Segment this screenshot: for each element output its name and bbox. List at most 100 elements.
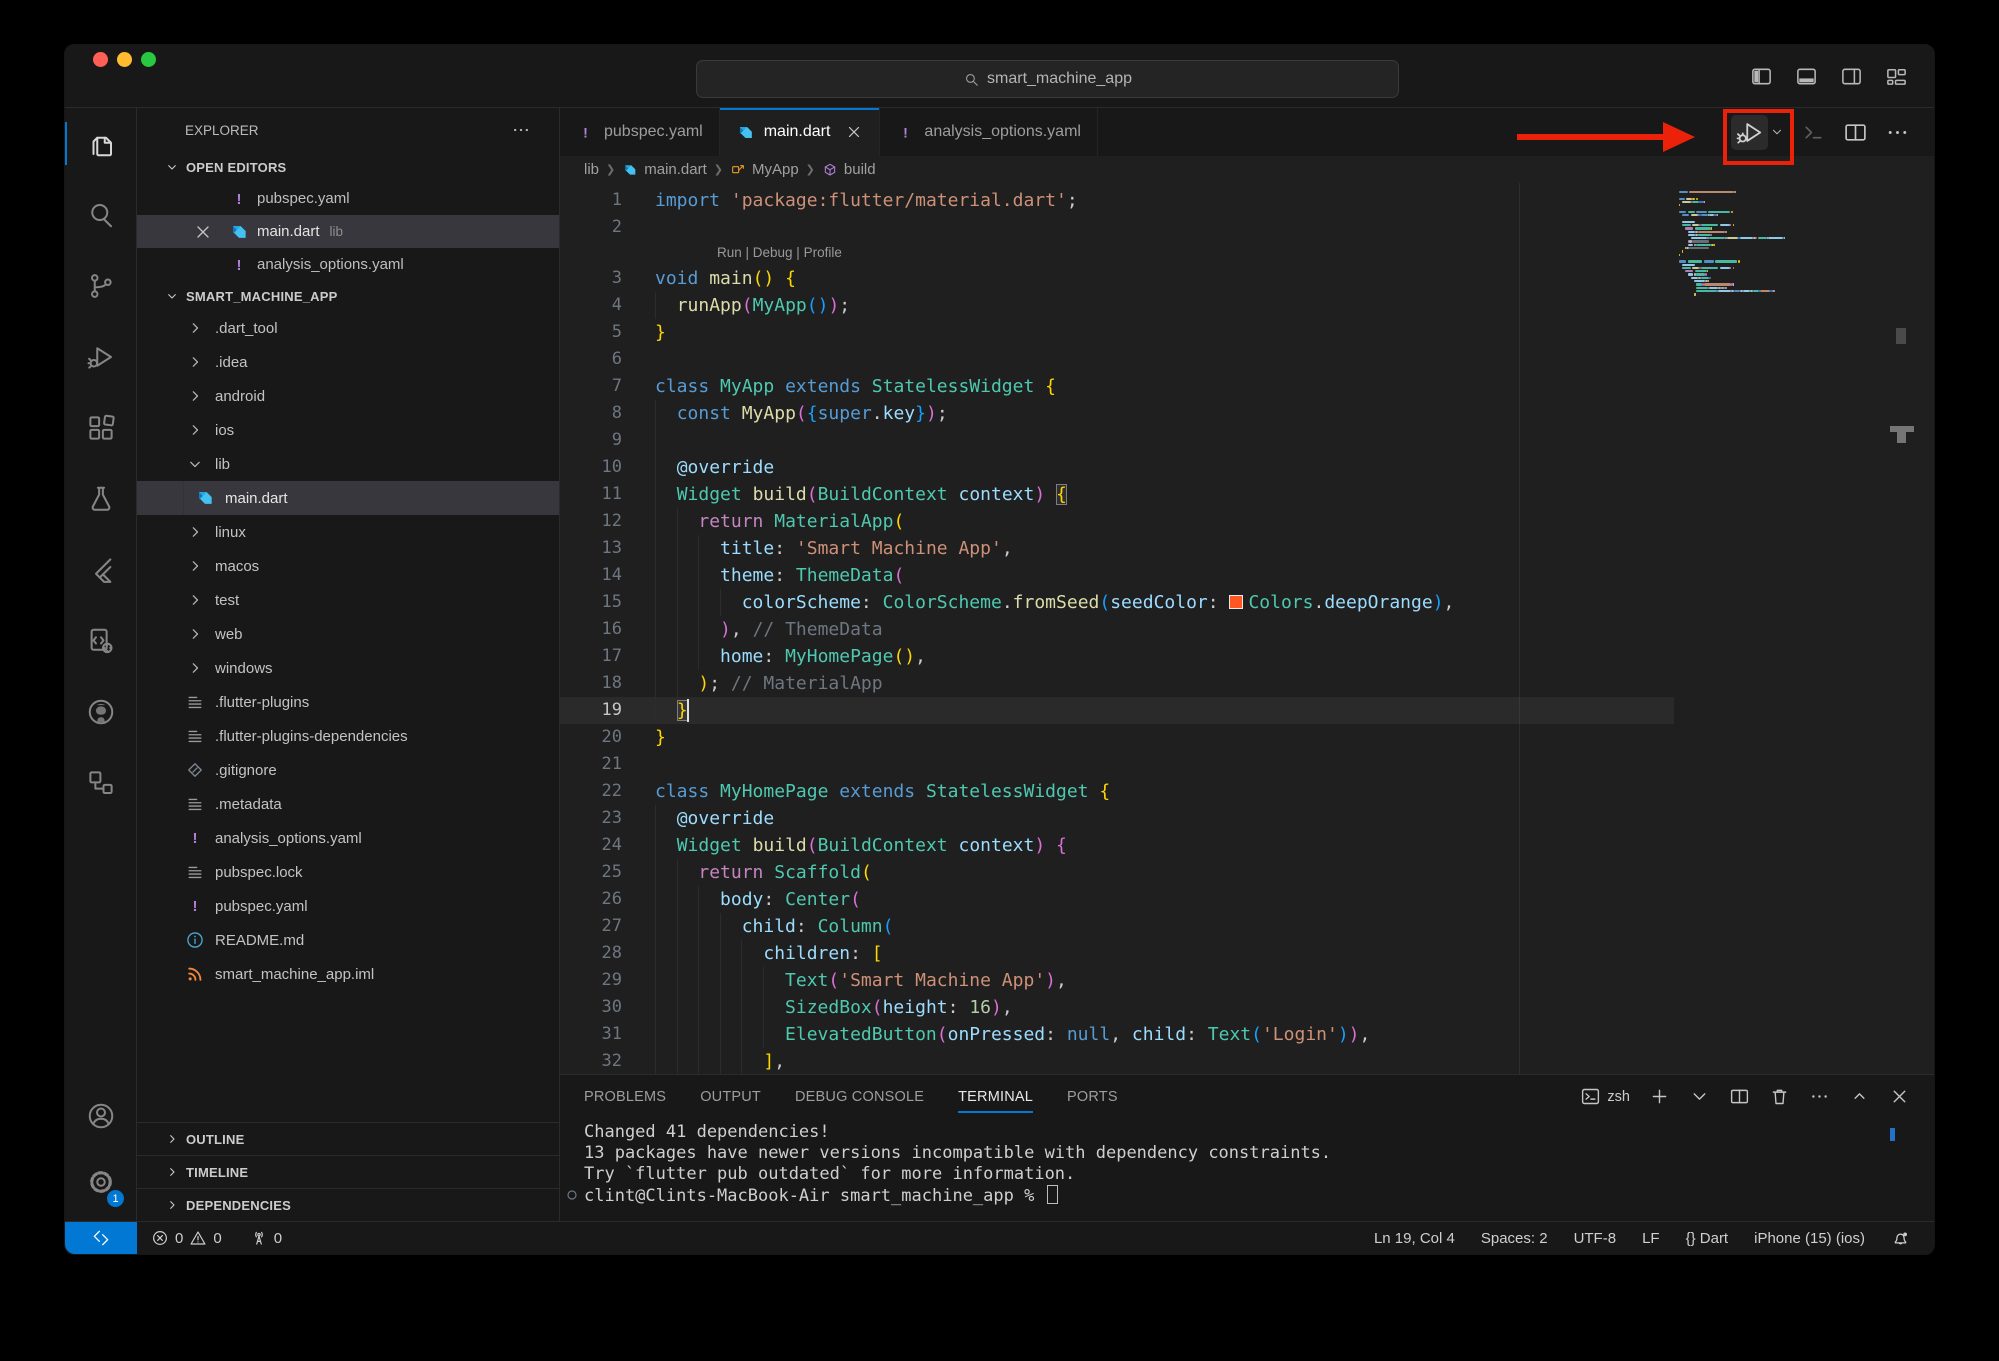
minimap[interactable] [1674, 183, 1934, 1074]
tree-item-analysis-options-yaml[interactable]: !analysis_options.yaml [137, 821, 559, 855]
code-line-9[interactable]: 9 [560, 427, 1674, 454]
remote-indicator[interactable] [65, 1222, 137, 1254]
ellipsis-icon[interactable] [1809, 1086, 1830, 1107]
code-line-24[interactable]: 24 Widget build(BuildContext context) { [560, 832, 1674, 859]
tree-item-smart-machine-app-iml[interactable]: smart_machine_app.iml [137, 957, 559, 991]
code-line-23[interactable]: 23 @override [560, 805, 1674, 832]
panel-tab-debug-console[interactable]: DEBUG CONSOLE [795, 1075, 924, 1118]
chevron-up-icon[interactable] [1849, 1086, 1870, 1107]
more-actions-button[interactable] [1885, 120, 1910, 145]
terminal-instance-button[interactable]: zsh [1580, 1086, 1630, 1107]
code-line-8[interactable]: 8 const MyApp({super.key}); [560, 400, 1674, 427]
activity-item-dart-devtools[interactable] [65, 605, 136, 676]
tree-item-pubspec-yaml[interactable]: !pubspec.yaml [137, 889, 559, 923]
activity-item-flutter[interactable] [65, 534, 136, 605]
notifications-bell[interactable] [1891, 1229, 1910, 1248]
code-line-31[interactable]: 31 ElevatedButton(onPressed: null, child… [560, 1021, 1674, 1048]
command-center-search[interactable]: smart_machine_app [696, 60, 1399, 98]
code-line-29[interactable]: 29 Text('Smart Machine App'), [560, 967, 1674, 994]
split-editor-button[interactable] [1843, 120, 1868, 145]
tree-item-linux[interactable]: linux [137, 515, 559, 549]
code-line-11[interactable]: 11 Widget build(BuildContext context) { [560, 481, 1674, 508]
activity-item-explorer[interactable] [65, 108, 136, 179]
breadcrumb-item-lib[interactable]: lib [584, 161, 599, 178]
activity-item-extensions[interactable] [65, 392, 136, 463]
code-line-17[interactable]: 17 home: MyHomePage(), [560, 643, 1674, 670]
open-editor-item[interactable]: main.dartlib [137, 215, 559, 248]
code-line-22[interactable]: 22class MyHomePage extends StatelessWidg… [560, 778, 1674, 805]
code-line-21[interactable]: 21 [560, 751, 1674, 778]
code-line-15[interactable]: 15 colorScheme: ColorScheme.fromSeed(see… [560, 589, 1674, 616]
tree-item-web[interactable]: web [137, 617, 559, 651]
code-line-18[interactable]: 18 ); // MaterialApp [560, 670, 1674, 697]
tree-item-pubspec-lock[interactable]: pubspec.lock [137, 855, 559, 889]
code-line-14[interactable]: 14 theme: ThemeData( [560, 562, 1674, 589]
section-header-dependencies[interactable]: DEPENDENCIES [137, 1188, 559, 1221]
code-line-20[interactable]: 20} [560, 724, 1674, 751]
activity-item-search[interactable] [65, 179, 136, 250]
activity-item-remote-explorer[interactable] [65, 747, 136, 818]
project-root-header[interactable]: SMART_MACHINE_APP [137, 281, 559, 311]
terminal-prompt[interactable]: clint@Clints-MacBook-Air smart_machine_a… [560, 1185, 1934, 1206]
code-line-13[interactable]: 13 title: 'Smart Machine App', [560, 535, 1674, 562]
code-line-30[interactable]: 30 SizedBox(height: 16), [560, 994, 1674, 1021]
flutter-device[interactable]: iPhone (15) (ios) [1754, 1230, 1865, 1247]
code-line-32[interactable]: 32 ], [560, 1048, 1674, 1074]
tree-item--flutter-plugins-dependencies[interactable]: .flutter-plugins-dependencies [137, 719, 559, 753]
activity-item-github[interactable] [65, 676, 136, 747]
layout-sidebar-right-icon[interactable] [1840, 65, 1863, 88]
code-line-26[interactable]: 26 body: Center( [560, 886, 1674, 913]
tree-item--flutter-plugins[interactable]: .flutter-plugins [137, 685, 559, 719]
sidebar-more-actions-icon[interactable] [511, 120, 531, 140]
plus-icon[interactable] [1649, 1086, 1670, 1107]
close-icon[interactable] [845, 123, 863, 141]
open-editors-header[interactable]: OPEN EDITORS [137, 152, 559, 182]
split-icon[interactable] [1729, 1086, 1750, 1107]
close-window-button[interactable] [93, 52, 108, 67]
tree-item-ios[interactable]: ios [137, 413, 559, 447]
zoom-window-button[interactable] [141, 52, 156, 67]
code-line-25[interactable]: 25 return Scaffold( [560, 859, 1674, 886]
tab-main-dart[interactable]: main.dart [720, 108, 881, 156]
tree-item--gitignore[interactable]: .gitignore [137, 753, 559, 787]
breadcrumb-item-main-dart[interactable]: main.dart [622, 161, 707, 178]
tree-item-macos[interactable]: macos [137, 549, 559, 583]
panel-tab-problems[interactable]: PROBLEMS [584, 1075, 666, 1118]
chevron-down-icon[interactable] [1689, 1086, 1710, 1107]
tree-item-lib[interactable]: lib [137, 447, 559, 481]
tree-item--dart-tool[interactable]: .dart_tool [137, 311, 559, 345]
tab-pubspec-yaml[interactable]: !pubspec.yaml [560, 108, 720, 156]
activity-item-settings[interactable]: 1 [65, 1149, 136, 1215]
breadcrumb-item-build[interactable]: build [822, 161, 876, 178]
section-header-outline[interactable]: OUTLINE [137, 1122, 559, 1155]
code-line-2[interactable]: 2 [560, 214, 1674, 241]
tree-item-main-dart[interactable]: main.dart [137, 481, 559, 515]
code-line-10[interactable]: 10 @override [560, 454, 1674, 481]
layout-grid-icon[interactable] [1885, 65, 1908, 88]
activity-item-accounts[interactable] [65, 1083, 136, 1149]
code-line-4[interactable]: 4 runApp(MyApp()); [560, 292, 1674, 319]
code-editor[interactable]: 1import 'package:flutter/material.dart';… [560, 183, 1934, 1074]
section-header-timeline[interactable]: TIMELINE [137, 1155, 559, 1188]
open-editor-item[interactable]: !analysis_options.yaml [137, 248, 559, 281]
code-line-1[interactable]: 1import 'package:flutter/material.dart'; [560, 187, 1674, 214]
code-line-27[interactable]: 27 child: Column( [560, 913, 1674, 940]
code-line-28[interactable]: 28 children: [ [560, 940, 1674, 967]
breadcrumb-item-myapp[interactable]: MyApp [730, 161, 799, 178]
tree-item-android[interactable]: android [137, 379, 559, 413]
code-line-6[interactable]: 6 [560, 346, 1674, 373]
activity-item-testing[interactable] [65, 463, 136, 534]
indentation[interactable]: Spaces: 2 [1481, 1230, 1548, 1247]
code-line-3[interactable]: 3void main() { [560, 265, 1674, 292]
language-mode[interactable]: {} Dart [1686, 1230, 1729, 1247]
close-icon[interactable] [1889, 1086, 1910, 1107]
code-line-19[interactable]: 19 } [560, 697, 1674, 724]
ports-status[interactable]: 0 [250, 1229, 282, 1247]
activity-item-source-control[interactable] [65, 250, 136, 321]
tree-item-readme-md[interactable]: README.md [137, 923, 559, 957]
tree-item--idea[interactable]: .idea [137, 345, 559, 379]
minimap-slider[interactable] [1896, 328, 1906, 344]
open-in-terminal-button[interactable] [1801, 120, 1826, 145]
tab-analysis-options-yaml[interactable]: !analysis_options.yaml [880, 108, 1098, 156]
layout-sidebar-left-icon[interactable] [1750, 65, 1773, 88]
